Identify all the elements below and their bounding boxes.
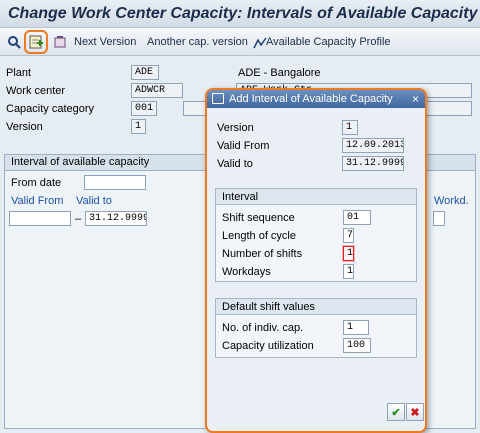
length-of-cycle-field[interactable]: 7 xyxy=(343,228,354,243)
capacity-utilization-label: Capacity utilization xyxy=(222,340,314,352)
dialog-title-bar: Add Interval of Available Capacity × xyxy=(207,90,425,108)
dialog-valid-to-label: Valid to xyxy=(217,158,253,170)
create-interval-icon[interactable] xyxy=(24,30,48,54)
add-interval-dialog: Add Interval of Available Capacity × Ver… xyxy=(205,88,427,433)
valid-from-column-header[interactable]: Valid From xyxy=(11,195,63,207)
capacity-utilization-field[interactable]: 100 xyxy=(343,338,371,353)
dialog-valid-from-field: 12.09.2013 xyxy=(342,138,404,153)
version-field: 1 xyxy=(131,119,146,134)
row-valid-from-field[interactable] xyxy=(9,211,71,226)
search-icon[interactable] xyxy=(6,34,22,50)
row-workdays-field[interactable] xyxy=(433,211,445,226)
dialog-valid-to-field: 31.12.9999 xyxy=(342,156,404,171)
from-date-field[interactable] xyxy=(84,175,146,190)
indiv-cap-field[interactable]: 1 xyxy=(343,320,369,335)
shift-sequence-label: Shift sequence xyxy=(222,212,295,224)
work-center-field: ADWCR xyxy=(131,83,183,98)
row-dash: – xyxy=(75,213,82,225)
capacity-category-field: 001 xyxy=(131,101,157,116)
dialog-window-icon xyxy=(212,93,224,104)
close-icon[interactable]: × xyxy=(412,92,419,106)
dialog-version-field: 1 xyxy=(342,120,358,135)
valid-to-column-header[interactable]: Valid to xyxy=(76,195,112,207)
confirm-button[interactable]: ✔ xyxy=(387,403,405,421)
length-of-cycle-label: Length of cycle xyxy=(222,230,296,242)
dialog-version-label: Version xyxy=(217,122,254,134)
workdays-label: Workdays xyxy=(222,266,271,278)
version-label: Version xyxy=(6,121,43,133)
default-shift-values-title: Default shift values xyxy=(216,299,416,315)
plant-label: Plant xyxy=(6,67,32,79)
available-capacity-profile-button[interactable]: Available Capacity Profile xyxy=(266,36,391,48)
from-date-label: From date xyxy=(11,177,62,189)
workdays-column-header[interactable]: Workd. xyxy=(434,195,469,207)
interval-section-title: Interval xyxy=(216,189,416,205)
shift-sequence-field[interactable]: 01 xyxy=(343,210,371,225)
cancel-button[interactable]: ✖ xyxy=(406,403,424,421)
dialog-title: Add Interval of Available Capacity xyxy=(229,93,393,105)
capacity-category-label: Capacity category xyxy=(6,103,95,115)
interval-section: Interval Shift sequence 01 Length of cyc… xyxy=(215,188,417,282)
application-toolbar: Next Version Another cap. version Availa… xyxy=(0,28,480,56)
indiv-cap-label: No. of indiv. cap. xyxy=(222,322,304,334)
number-of-shifts-label: Number of shifts xyxy=(222,248,303,260)
number-of-shifts-field[interactable]: 1 xyxy=(343,246,354,261)
delete-interval-icon[interactable] xyxy=(52,34,68,50)
another-cap-version-button[interactable]: Another cap. version xyxy=(147,36,248,48)
title-bar: Change Work Center Capacity: Intervals o… xyxy=(0,0,480,28)
work-center-label: Work center xyxy=(6,85,66,97)
workdays-field[interactable]: 1 xyxy=(343,264,354,279)
next-version-button[interactable]: Next Version xyxy=(74,36,136,48)
row-valid-to-field[interactable]: 31.12.9999 xyxy=(85,211,147,226)
dialog-valid-from-label: Valid From xyxy=(217,140,270,152)
plant-field: ADE xyxy=(131,65,159,80)
plant-description: ADE - Bangalore xyxy=(238,67,321,79)
default-shift-values-section: Default shift values No. of indiv. cap. … xyxy=(215,298,417,358)
page-title: Change Work Center Capacity: Intervals o… xyxy=(8,5,478,22)
